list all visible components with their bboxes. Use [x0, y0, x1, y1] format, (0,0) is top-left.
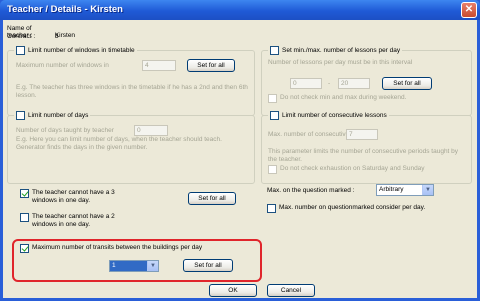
max-windows-field[interactable]: 4	[142, 60, 176, 71]
window-title: Teacher / Details - Kirsten	[7, 4, 123, 15]
minmax-group: Set min./max. number of lessons per day …	[261, 46, 472, 116]
minmax-weekend-label: Do not check min and max during weekend.	[280, 94, 407, 101]
consecutive-legend[interactable]: Limit number of consecutive lessons	[268, 111, 389, 120]
consecutive-label: Limit number of consecutive lessons	[282, 112, 387, 119]
limit-days-label: Limit number of days	[28, 112, 89, 119]
consecutive-checkbox[interactable]	[270, 111, 279, 120]
consecutive-weekend-checkbox[interactable]	[268, 165, 277, 174]
windows-group: Limit number of windows in timetable Max…	[7, 46, 255, 116]
transits-label: Maximum number of transits between the b…	[32, 244, 203, 251]
range-dash: -	[328, 80, 331, 87]
two-windows-row[interactable]: The teacher cannot have a 2 windows in o…	[20, 213, 130, 229]
transits-row[interactable]: Maximum number of transits between the b…	[20, 244, 202, 253]
question-per-day-checkbox[interactable]	[267, 204, 276, 213]
ok-button[interactable]: OK	[209, 284, 257, 297]
limit-windows-checkbox[interactable]	[16, 46, 25, 55]
transits-set-all-button[interactable]: Set for all	[183, 259, 233, 272]
days-taught-label: Number of days taught by teacher	[16, 127, 114, 134]
min-lessons-field[interactable]: 0	[290, 78, 322, 89]
consecutive-group: Limit number of consecutive lessons Max.…	[261, 111, 472, 184]
consecutive-max-field[interactable]: 7	[346, 129, 378, 140]
close-button[interactable]: ✕	[461, 2, 477, 18]
days-hint: E.g. Here you can limit number of days, …	[16, 136, 222, 151]
windows-hint: E.g. The teacher has three windows in th…	[16, 84, 248, 99]
consecutive-max-label: Max. number of consecutive	[268, 131, 350, 138]
windows-set-all-button[interactable]: Set for all	[187, 59, 235, 72]
three-windows-checkbox[interactable]	[20, 189, 29, 198]
days-group: Limit number of days Number of days taug…	[7, 111, 255, 184]
minmax-weekend-checkbox[interactable]	[268, 94, 277, 103]
contract-value: 3	[54, 33, 59, 40]
lessons-interval-label: Number of lessons per day must be in thi…	[268, 59, 413, 66]
transits-checkbox[interactable]	[20, 244, 29, 253]
three-windows-set-all-button[interactable]: Set for all	[188, 192, 236, 205]
three-windows-row[interactable]: The teacher cannot have a 3 windows in o…	[20, 189, 130, 205]
title-bar[interactable]: Teacher / Details - Kirsten ✕	[0, 0, 480, 20]
minmax-legend[interactable]: Set min./max. number of lessons per day	[268, 46, 403, 55]
close-icon: ✕	[464, 4, 474, 15]
two-windows-label: The teacher cannot have a 2 windows in o…	[32, 213, 115, 228]
days-taught-field[interactable]: 0	[134, 125, 168, 136]
dialog-body: Name of teacher : Kirsten Contract : 3 L…	[3, 20, 477, 298]
consecutive-weekend-row[interactable]: Do not check exhaustion on Saturday and …	[268, 165, 425, 174]
question-per-day-row[interactable]: Max. number on questionmarked consider p…	[267, 204, 425, 213]
question-marked-select[interactable]: Arbitrary ▼	[376, 184, 434, 196]
dialog-window: Teacher / Details - Kirsten ✕ Name of te…	[0, 0, 480, 301]
two-windows-checkbox[interactable]	[20, 213, 29, 222]
consecutive-hint: This parameter limits the number of cons…	[268, 148, 459, 163]
contract-label: Contract :	[7, 33, 36, 40]
windows-legend[interactable]: Limit number of windows in timetable	[14, 46, 137, 55]
chevron-down-icon[interactable]: ▼	[422, 185, 433, 195]
limit-windows-label: Limit number of windows in timetable	[28, 47, 135, 54]
transits-select[interactable]: 1 ▼	[109, 260, 159, 272]
minmax-set-all-button[interactable]: Set for all	[382, 77, 432, 90]
contract-row: Contract : 3	[7, 33, 58, 40]
max-lessons-field[interactable]: 20	[338, 78, 370, 89]
question-per-day-label: Max. number on questionmarked consider p…	[279, 204, 426, 211]
minmax-weekend-row[interactable]: Do not check min and max during weekend.	[268, 94, 406, 103]
question-marked-value: Arbitrary	[379, 186, 404, 193]
minmax-checkbox[interactable]	[270, 46, 279, 55]
chevron-down-icon[interactable]: ▼	[147, 261, 158, 271]
cancel-button[interactable]: Cancel	[267, 284, 315, 297]
transits-value: 1	[112, 262, 116, 269]
consecutive-weekend-label: Do not check exhaustion on Saturday and …	[280, 165, 425, 172]
max-windows-label: Maximum number of windows in	[16, 62, 109, 69]
limit-days-checkbox[interactable]	[16, 111, 25, 120]
three-windows-label: The teacher cannot have a 3 windows in o…	[32, 189, 115, 204]
minmax-label: Set min./max. number of lessons per day	[282, 47, 401, 54]
question-marked-label: Max. on the question marked :	[267, 187, 355, 194]
days-legend[interactable]: Limit number of days	[14, 111, 91, 120]
